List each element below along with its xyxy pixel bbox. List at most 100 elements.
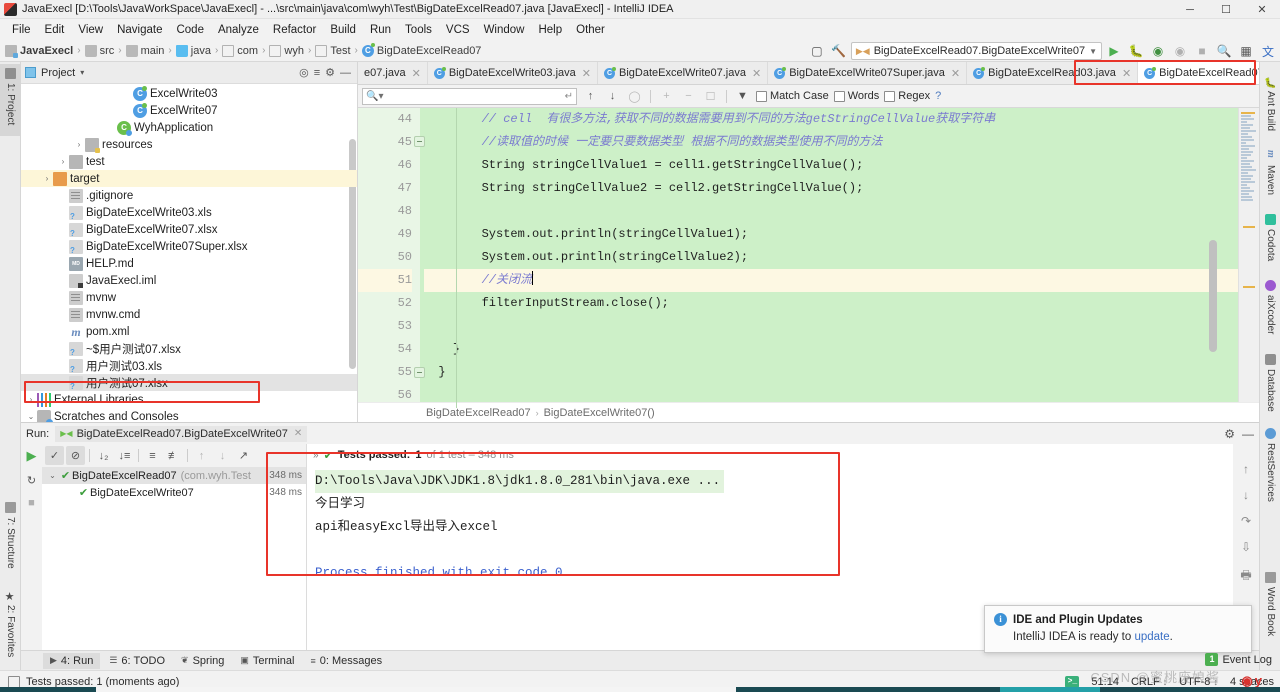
settings-gear-icon[interactable]: ⚙ [1224, 427, 1235, 441]
bottom-tab[interactable]: ☰ 6: TODO [102, 653, 172, 669]
code-line[interactable]: } [424, 361, 1238, 384]
tree-node[interactable]: ~$用户测试07.xlsx [21, 340, 357, 357]
regex-checkbox[interactable]: Regex [884, 90, 930, 102]
close-icon[interactable]: ✕ [412, 67, 421, 80]
show-passed-icon[interactable]: ✓ [45, 446, 64, 465]
scroll-to-end-icon[interactable]: ⇩ [1241, 540, 1251, 554]
match-case-checkbox[interactable]: Match Case [756, 90, 829, 102]
menu-view[interactable]: View [71, 22, 110, 38]
event-log-button[interactable]: 1 Event Log [1205, 653, 1272, 666]
editor-tab[interactable]: C BigDateExcelRead03.java ✕ [967, 62, 1139, 84]
error-stripe-marker-bar[interactable] [1238, 108, 1259, 402]
search-everywhere-icon[interactable]: 🔍 [1214, 41, 1234, 61]
bottom-tab[interactable]: ❦ Spring [174, 653, 231, 669]
project-structure-dialog-icon[interactable]: ▦ [1236, 41, 1256, 61]
scroll-down-icon[interactable]: ↓ [1243, 488, 1249, 502]
tree-node[interactable]: mvnw [21, 289, 357, 306]
filter-icon[interactable]: ▼ [734, 88, 751, 105]
close-icon[interactable]: ✕ [752, 67, 761, 80]
translate-icon[interactable]: 文 [1258, 41, 1278, 61]
expand-chevron-icon[interactable]: › [25, 395, 37, 404]
tree-node[interactable]: .gitignore [21, 187, 357, 204]
tree-node[interactable]: BigDateExcelWrite07Super.xlsx [21, 238, 357, 255]
tree-node[interactable]: JavaExecl.iml [21, 272, 357, 289]
sidebar-item-maven[interactable]: m Maven [1260, 146, 1280, 202]
code-line[interactable] [424, 200, 1238, 223]
editor-tab[interactable]: e07.java ✕ [358, 62, 428, 84]
menu-navigate[interactable]: Navigate [110, 22, 169, 38]
code-line[interactable]: String stringCellValue1 = cell1.getStrin… [424, 154, 1238, 177]
tree-node[interactable]: › test [21, 153, 357, 170]
menu-edit[interactable]: Edit [38, 22, 72, 38]
menu-vcs[interactable]: VCS [439, 22, 477, 38]
tree-node[interactable]: ⌄ Scratches and Consoles [21, 408, 357, 422]
code-line[interactable]: //关闭流 [424, 269, 1238, 292]
remove-selection-icon[interactable]: − [680, 88, 697, 105]
fold-marker[interactable] [414, 136, 425, 147]
tree-node[interactable]: 用户测试07.xlsx [21, 374, 357, 391]
caret-position[interactable]: 51:14 [1091, 676, 1119, 688]
debug-icon[interactable]: 🐛 [1126, 41, 1146, 61]
close-icon[interactable]: ✕ [951, 67, 960, 80]
expand-chevron-icon[interactable]: › [41, 174, 53, 183]
prev-test-icon[interactable]: ↑ [192, 446, 211, 465]
breadcrumb-item-class[interactable]: BigDateExcelRead07 [377, 45, 482, 57]
run-coverage-icon[interactable]: ◉ [1148, 41, 1168, 61]
test-row[interactable]: ⌄ ✔ BigDateExcelRead07 (com.wyh.Test 348 ms [42, 467, 306, 484]
code-line[interactable] [424, 315, 1238, 338]
tree-node[interactable]: 用户测试03.xls [21, 357, 357, 374]
tree-node[interactable]: › External Libraries [21, 391, 357, 408]
project-structure-icon[interactable]: ▢ [807, 41, 827, 61]
scroll-up-icon[interactable]: ↑ [1243, 462, 1249, 476]
sidebar-item-aixcoder[interactable]: aiXcoder [1260, 276, 1280, 342]
code-line[interactable]: System.out.println(stringCellValue1); [424, 223, 1238, 246]
test-tree[interactable]: ⌄ ✔ BigDateExcelRead07 (com.wyh.Test 348 ms ✔… [42, 467, 306, 501]
rerun-failed-icon[interactable]: ↻ [27, 474, 36, 487]
code-line[interactable]: //读取值的时候 一定要只要数据类型 根据不同的数据类型使用不同的方法 [424, 131, 1238, 154]
close-icon[interactable]: ✕ [294, 428, 302, 439]
settings-gear-icon[interactable]: ⚙ [325, 66, 335, 79]
sidebar-item-database[interactable]: Database [1260, 350, 1280, 416]
terminal-icon[interactable]: >_ [1065, 675, 1080, 688]
breadcrumb-item-java[interactable]: java [191, 45, 211, 57]
print-icon[interactable]: 🖶 [1240, 566, 1251, 587]
notification-popup[interactable]: i IDE and Plugin Updates IntelliJ IDEA i… [984, 605, 1252, 653]
expand-chevron-icon[interactable]: › [57, 157, 69, 166]
code-line[interactable]: } [424, 338, 1238, 361]
code-line[interactable]: String stringCellValue2 = cell2.getStrin… [424, 177, 1238, 200]
editor-tab[interactable]: C BigDateExcelWrite07.java ✕ [598, 62, 769, 84]
sort-alphabetically-icon[interactable]: ↓₂ [94, 446, 113, 465]
code-editor[interactable]: 44 45 46 47 48 49 50 51 52 53 54 55 56 // cell 有很多方法… [358, 108, 1259, 408]
tree-node[interactable]: BigDateExcelWrite03.xls [21, 204, 357, 221]
run-icon[interactable]: ▶ [1104, 41, 1124, 61]
breadcrumb-class[interactable]: BigDateExcelRead07 [426, 407, 531, 419]
editor-tab[interactable]: C BigDateExcelWrite07Super.java ✕ [768, 62, 968, 84]
code-line[interactable]: System.out.println(stringCellValue2); [424, 246, 1238, 269]
tree-node[interactable]: mvnw.cmd [21, 306, 357, 323]
find-help-icon[interactable]: ? [935, 90, 941, 102]
collapse-all-icon[interactable]: ≡ [314, 67, 320, 79]
hide-icon[interactable]: — [340, 67, 351, 79]
sidebar-item-project[interactable]: 1: Project [0, 64, 21, 136]
sidebar-item-structure[interactable]: 7: Structure [0, 498, 21, 582]
tree-node[interactable]: C WyhApplication [21, 119, 357, 136]
find-next-icon[interactable]: ↓ [604, 88, 621, 105]
find-select-all-icon[interactable]: ◯ [626, 88, 643, 105]
words-checkbox[interactable]: Words [833, 90, 879, 102]
breadcrumb-item-test[interactable]: Test [330, 45, 350, 57]
breadcrumb-method[interactable]: BigDateExcelWrite07() [544, 407, 655, 419]
menu-tools[interactable]: Tools [398, 22, 439, 38]
search-input[interactable]: 🔍▾ ↵ [362, 87, 577, 105]
breadcrumb-item-src[interactable]: src [100, 45, 115, 57]
hide-icon[interactable]: — [1242, 427, 1254, 441]
locate-icon[interactable]: ◎ [299, 66, 309, 79]
minimize-button[interactable]: ─ [1172, 0, 1208, 19]
sidebar-item-word-book[interactable]: Word Book [1260, 568, 1280, 646]
show-ignored-icon[interactable]: ⊘ [66, 446, 85, 465]
expand-chevron-icon[interactable]: › [73, 140, 85, 149]
file-encoding[interactable]: UTF-8 ↕ [1179, 676, 1218, 688]
tree-node[interactable]: BigDateExcelWrite07.xlsx [21, 221, 357, 238]
find-prev-icon[interactable]: ↑ [582, 88, 599, 105]
breadcrumb-item-wyh[interactable]: wyh [284, 45, 304, 57]
maximize-button[interactable]: ☐ [1208, 0, 1244, 19]
